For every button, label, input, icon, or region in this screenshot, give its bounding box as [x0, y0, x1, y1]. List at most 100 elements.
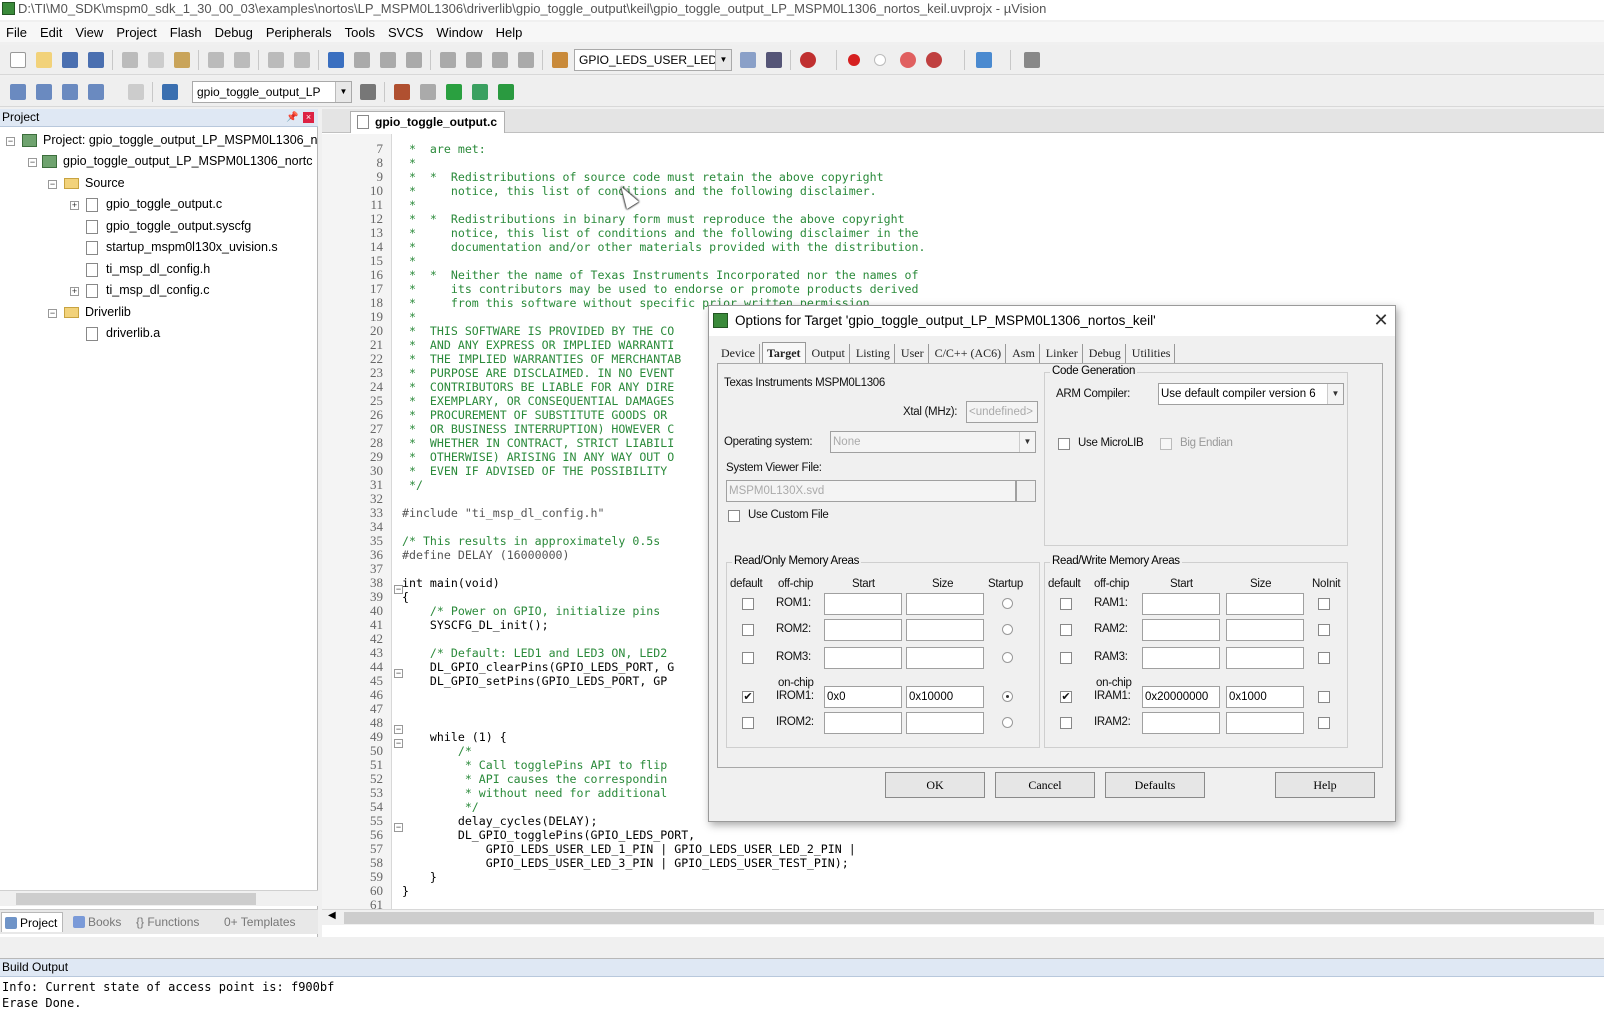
- expand-icon[interactable]: +: [70, 201, 79, 210]
- code-line[interactable]: * its contributors may be used to endors…: [402, 282, 919, 296]
- code-line[interactable]: #include "ti_msp_dl_config.h": [402, 506, 604, 520]
- rom-start-input[interactable]: [824, 647, 902, 669]
- code-line[interactable]: GPIO_LEDS_USER_LED_1_PIN | GPIO_LEDS_USE…: [402, 842, 856, 856]
- tab-user[interactable]: User: [897, 344, 929, 364]
- tree-file[interactable]: gpio_toggle_output.c: [86, 194, 222, 214]
- navigate-back-icon[interactable]: [268, 52, 284, 68]
- code-line[interactable]: DL_GPIO_togglePins(GPIO_LEDS_PORT,: [402, 828, 695, 842]
- tab-templates[interactable]: 0+ Templates: [220, 912, 316, 932]
- next-bookmark-icon[interactable]: [380, 52, 396, 68]
- code-line[interactable]: *: [402, 254, 416, 268]
- tab-books[interactable]: Books: [70, 912, 130, 932]
- ram-noinit-checkbox[interactable]: [1318, 717, 1330, 729]
- scrollbar-thumb[interactable]: [16, 893, 256, 905]
- code-line[interactable]: * * Redistributions of source code must …: [402, 170, 884, 184]
- batch-build-icon[interactable]: [88, 84, 104, 100]
- tree-folder-driverlib[interactable]: Driverlib: [64, 302, 131, 322]
- rom-size-input[interactable]: [906, 619, 984, 641]
- xtal-input[interactable]: <undefined>: [966, 401, 1038, 423]
- browse-svd-button[interactable]: [1016, 480, 1036, 502]
- ram-size-input[interactable]: [1226, 712, 1304, 734]
- fold-icon[interactable]: −: [394, 739, 403, 748]
- ram-noinit-checkbox[interactable]: [1318, 691, 1330, 703]
- ram-start-input[interactable]: [1142, 619, 1220, 641]
- code-line[interactable]: * API causes the correspondin: [402, 772, 667, 786]
- tree-file[interactable]: ti_msp_dl_config.h: [86, 259, 210, 279]
- menu-help[interactable]: Help: [490, 25, 530, 40]
- use-microlib-checkbox[interactable]: [1058, 438, 1070, 450]
- ok-button[interactable]: OK: [885, 772, 985, 798]
- ram-noinit-checkbox[interactable]: [1318, 652, 1330, 664]
- disable-all-breakpoints-icon[interactable]: [900, 52, 916, 68]
- code-line[interactable]: }: [402, 884, 409, 898]
- editor-tab-gpio-toggle-output-c[interactable]: gpio_toggle_output.c: [350, 111, 505, 133]
- comment-icon[interactable]: [492, 52, 508, 68]
- bookmark-icon[interactable]: [328, 52, 344, 68]
- dialog-close-button[interactable]: ✕: [1369, 306, 1393, 336]
- rom-startup-radio[interactable]: [1002, 691, 1013, 702]
- menu-peripherals[interactable]: Peripherals: [260, 25, 339, 40]
- collapse-icon[interactable]: −: [48, 309, 57, 318]
- redo-icon[interactable]: [234, 52, 250, 68]
- code-line[interactable]: * without need for additional: [402, 786, 667, 800]
- code-line[interactable]: *: [402, 156, 416, 170]
- close-icon[interactable]: ×: [303, 112, 314, 123]
- window-layout-icon[interactable]: [976, 52, 992, 68]
- breakpoint-icon[interactable]: [848, 54, 860, 66]
- code-line[interactable]: #define DELAY (16000000): [402, 548, 570, 562]
- rom-default-checkbox[interactable]: [742, 717, 754, 729]
- code-line[interactable]: * CONTRIBUTORS BE LIABLE FOR ANY DIRE: [402, 380, 674, 394]
- fold-icon[interactable]: −: [394, 585, 403, 594]
- tab-target[interactable]: Target: [761, 342, 806, 364]
- tab-c-cpp[interactable]: C/C++ (AC6): [931, 344, 1007, 364]
- tab-functions[interactable]: {} Functions: [132, 912, 218, 932]
- rom-start-input[interactable]: [824, 593, 902, 615]
- rom-startup-radio[interactable]: [1002, 598, 1013, 609]
- tab-utilities[interactable]: Utilities: [1128, 344, 1176, 364]
- rom-startup-radio[interactable]: [1002, 624, 1013, 635]
- use-custom-file-checkbox[interactable]: [728, 510, 740, 522]
- code-line[interactable]: * PURPOSE ARE DISCLAIMED. IN NO EVENT: [402, 366, 674, 380]
- code-line[interactable]: * documentation and/or other materials p…: [402, 240, 926, 254]
- code-line[interactable]: * OTHERWISE) ARISING IN ANY WAY OUT O: [402, 450, 674, 464]
- rom-start-input[interactable]: [824, 712, 902, 734]
- clear-bookmarks-icon[interactable]: [406, 52, 422, 68]
- tree-file[interactable]: startup_mspm0l130x_uvision.s: [86, 237, 278, 257]
- collapse-icon[interactable]: −: [48, 180, 57, 189]
- collapse-icon[interactable]: −: [6, 137, 15, 146]
- code-line[interactable]: * * Neither the name of Texas Instrument…: [402, 268, 919, 282]
- menu-edit[interactable]: Edit: [34, 25, 69, 40]
- rom-default-checkbox[interactable]: [742, 652, 754, 664]
- ram-noinit-checkbox[interactable]: [1318, 598, 1330, 610]
- tree-project-root[interactable]: Project: gpio_toggle_output_LP_MSPM0L130…: [22, 130, 318, 150]
- defaults-button[interactable]: Defaults: [1105, 772, 1205, 798]
- manage-rte-icon[interactable]: [472, 84, 488, 100]
- disable-breakpoint-icon[interactable]: [874, 54, 886, 66]
- indent-icon[interactable]: [440, 52, 456, 68]
- fold-icon[interactable]: −: [394, 669, 403, 678]
- code-line[interactable]: * EVEN IF ADVISED OF THE POSSIBILITY: [402, 464, 667, 478]
- rom-size-input[interactable]: [906, 712, 984, 734]
- menu-file[interactable]: File: [0, 25, 34, 40]
- fold-icon[interactable]: −: [394, 725, 403, 734]
- code-line[interactable]: }: [402, 870, 437, 884]
- code-line[interactable]: /* Power on GPIO, initialize pins: [402, 604, 660, 618]
- rom-default-checkbox[interactable]: [742, 624, 754, 636]
- code-line[interactable]: DL_GPIO_clearPins(GPIO_LEDS_PORT, G: [402, 660, 674, 674]
- rebuild-icon[interactable]: [62, 84, 78, 100]
- save-icon[interactable]: [62, 52, 78, 68]
- code-line[interactable]: /* Default: LED1 and LED3 ON, LED2: [402, 646, 667, 660]
- tree-file[interactable]: ti_msp_dl_config.c: [86, 280, 210, 300]
- code-line[interactable]: int main(void): [402, 576, 500, 590]
- code-line[interactable]: *: [402, 198, 416, 212]
- code-line[interactable]: DL_GPIO_setPins(GPIO_LEDS_PORT, GP: [402, 674, 667, 688]
- arm-compiler-select[interactable]: Use default compiler version 6 ▼: [1158, 383, 1344, 405]
- rom-default-checkbox[interactable]: [742, 598, 754, 610]
- ram-start-input[interactable]: [1142, 712, 1220, 734]
- pin-icon[interactable]: 📌: [286, 109, 298, 126]
- kill-all-breakpoints-icon[interactable]: [926, 52, 942, 68]
- code-line[interactable]: * * Redistributions in binary form must …: [402, 212, 905, 226]
- ram-size-input[interactable]: 0x1000: [1226, 686, 1304, 708]
- menu-flash[interactable]: Flash: [164, 25, 209, 40]
- code-line[interactable]: */: [402, 478, 423, 492]
